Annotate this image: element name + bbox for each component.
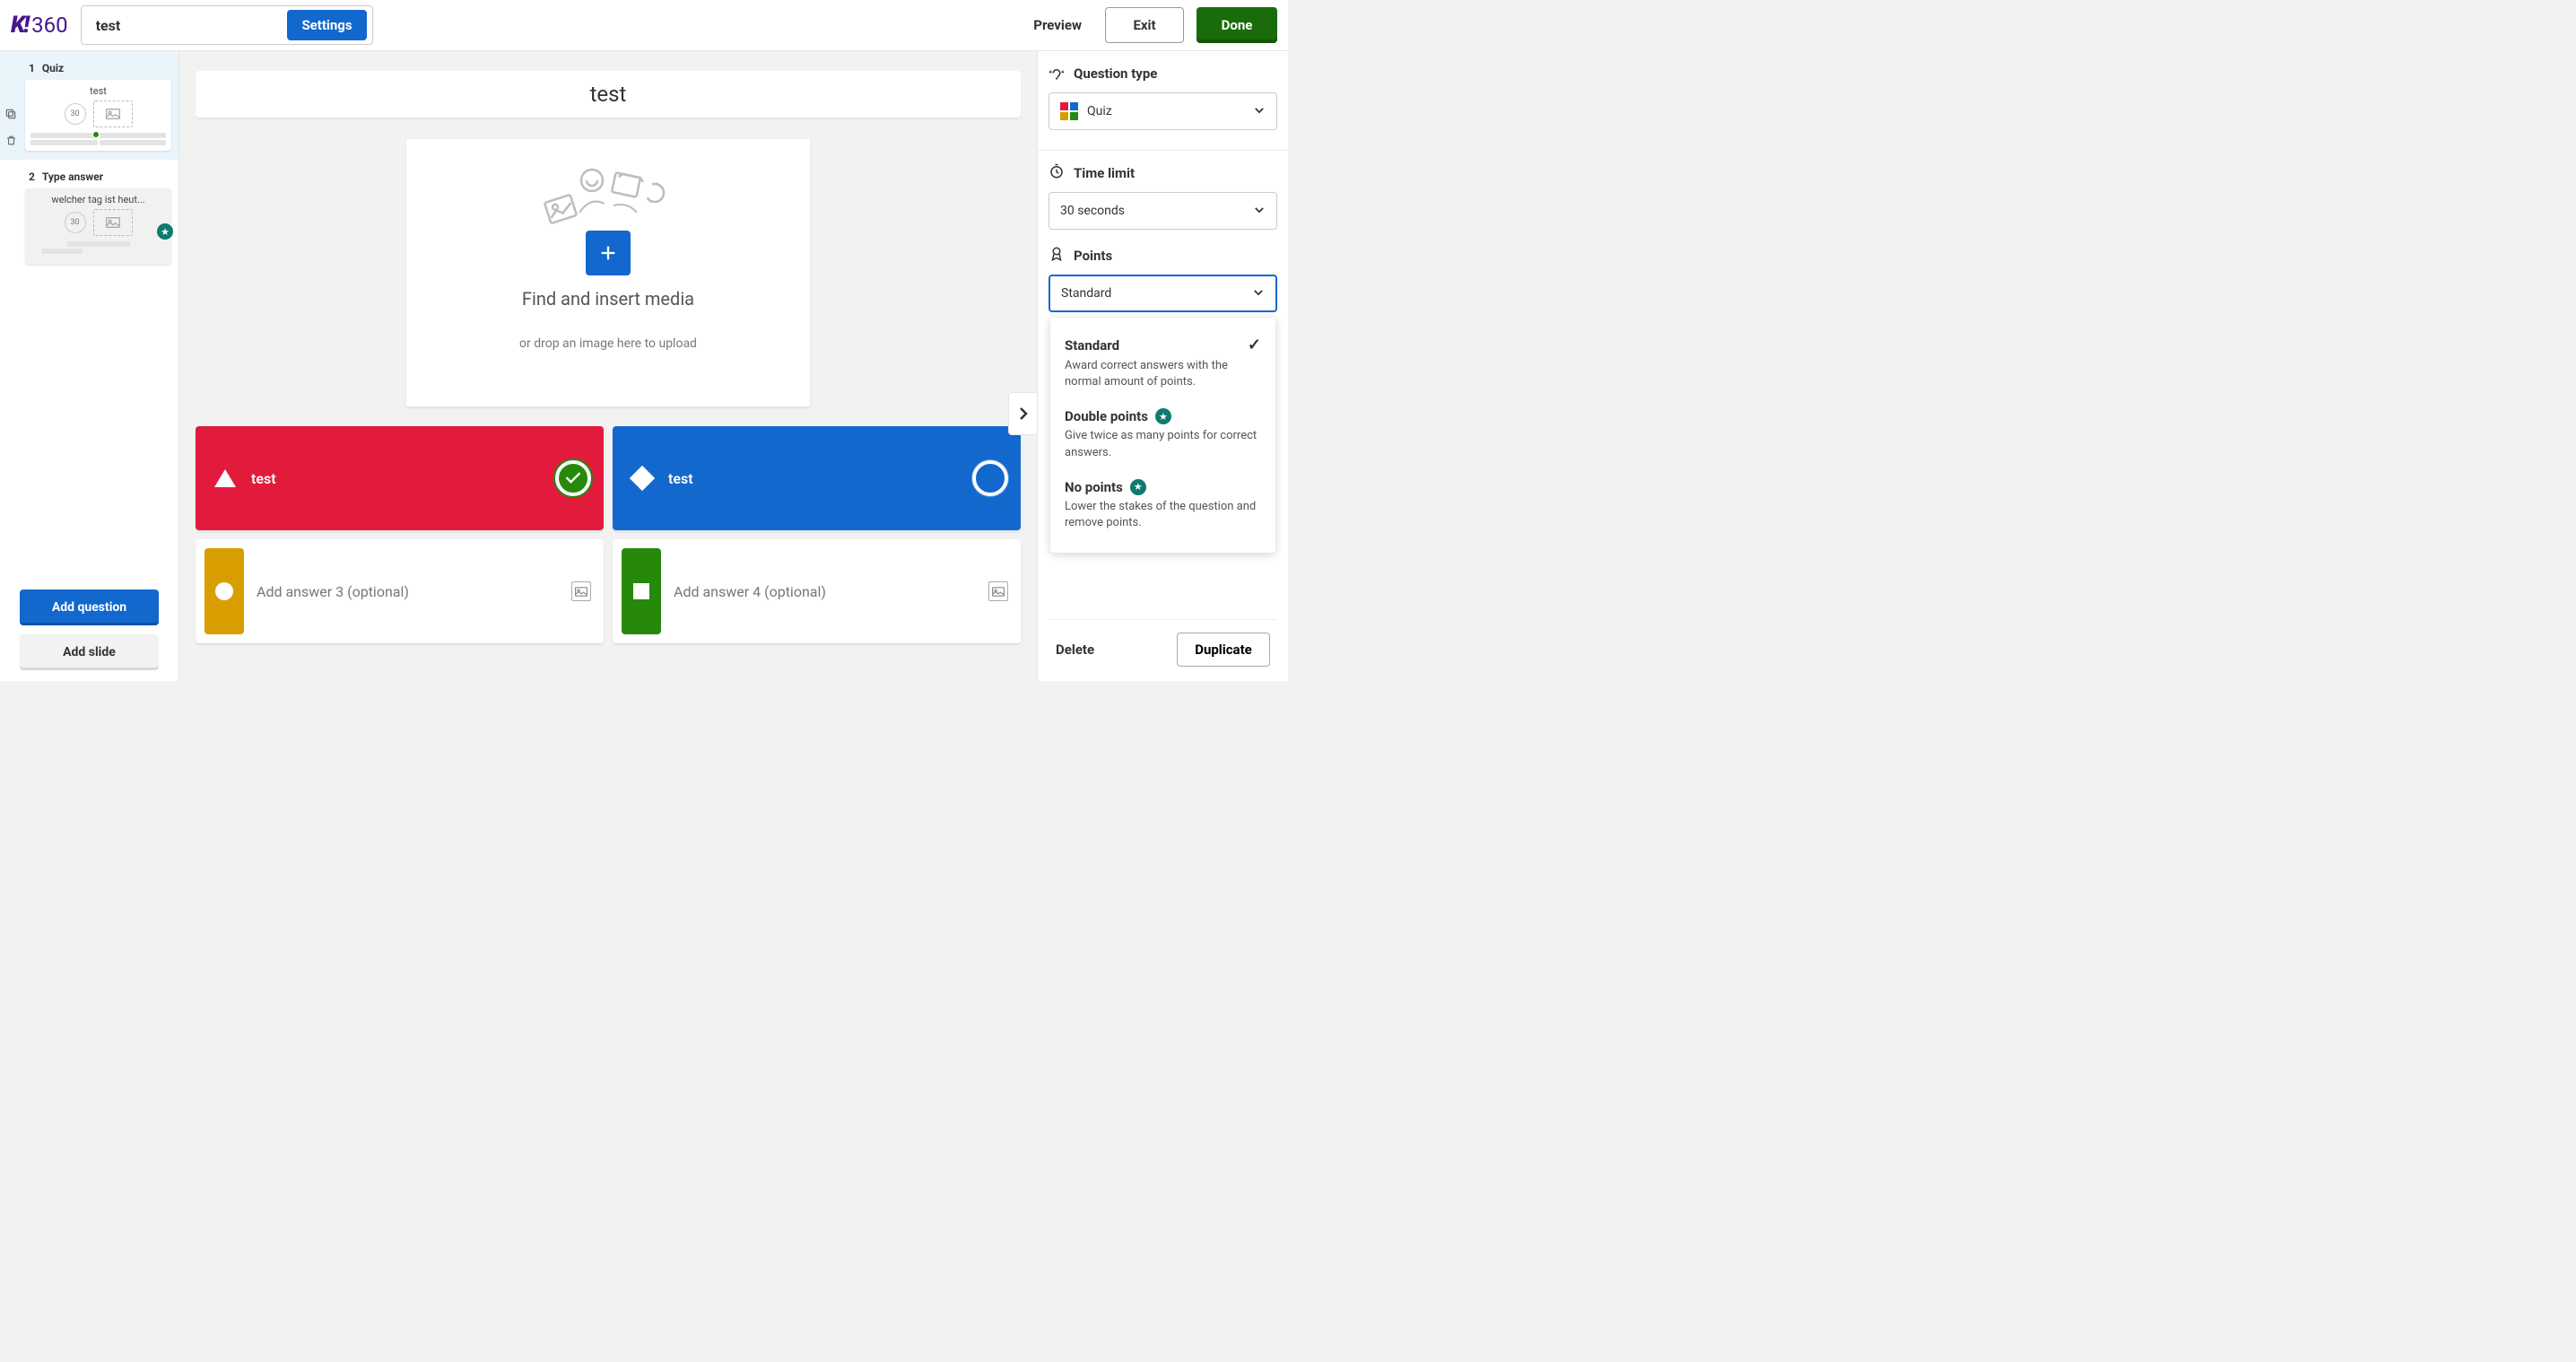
time-limit-value: 30 seconds <box>1060 204 1244 218</box>
square-shape-icon <box>633 583 649 599</box>
media-find-label: Find and insert media <box>433 288 783 310</box>
slide-type-label: Quiz <box>42 62 64 74</box>
answer-option-1[interactable]: test <box>196 426 604 530</box>
kahoot-title-input[interactable] <box>96 17 288 34</box>
slides-list: 1 Quiz test 30 <box>0 51 178 579</box>
add-question-button[interactable]: Add question <box>20 589 159 625</box>
media-illustration-icon <box>433 155 783 241</box>
answer-option-3[interactable]: Add answer 3 (optional) <box>196 539 604 643</box>
slide-index: 1 <box>29 62 35 74</box>
thumb-question-title: test <box>30 85 166 97</box>
thumb-question-title: welcher tag ist heut... <box>30 194 166 205</box>
question-type-icon <box>1049 64 1065 83</box>
points-option-none[interactable]: No points ★ Lower the stakes of the ques… <box>1065 470 1261 540</box>
logo-360-text: 360 <box>31 13 67 38</box>
answer-option-4[interactable]: Add answer 4 (optional) <box>613 539 1021 643</box>
duplicate-slide-icon[interactable] <box>4 107 17 124</box>
points-icon <box>1049 246 1065 266</box>
option-title: Standard <box>1065 337 1119 354</box>
done-button[interactable]: Done <box>1197 7 1277 43</box>
slide-item-2[interactable]: 2 Type answer welcher tag ist heut... 30 <box>0 160 178 274</box>
check-icon: ✓ <box>1248 336 1261 354</box>
points-option-double[interactable]: Double points ★ Give twice as many point… <box>1065 399 1261 469</box>
option-desc: Lower the stakes of the question and rem… <box>1065 499 1261 531</box>
preview-link[interactable]: Preview <box>1033 17 1082 33</box>
logo-k-icon: K! <box>11 12 28 39</box>
add-slide-button[interactable]: Add slide <box>20 634 159 670</box>
chevron-down-icon <box>1253 203 1266 220</box>
question-type-value: Quiz <box>1087 104 1244 118</box>
slide-thumbnail: test 30 <box>25 80 171 151</box>
slide-type-label: Type answer <box>42 170 103 183</box>
time-limit-icon <box>1049 163 1065 183</box>
slide-item-1[interactable]: 1 Quiz test 30 <box>0 51 178 160</box>
option-title: No points <box>1065 479 1123 495</box>
right-settings-panel: Question type Quiz Time limit 30 seconds <box>1037 51 1288 681</box>
media-drop-label: or drop an image here to upload <box>433 336 783 351</box>
answer-text-2[interactable]: test <box>668 470 972 487</box>
answer-option-2[interactable]: test <box>613 426 1021 530</box>
slides-sidebar: 1 Quiz test 30 <box>0 51 179 681</box>
premium-star-icon: ★ <box>1155 408 1171 424</box>
delete-slide-icon[interactable] <box>5 133 17 150</box>
thumb-image-placeholder-icon <box>93 209 133 236</box>
premium-star-icon: ★ <box>1130 479 1146 495</box>
option-desc: Give twice as many points for correct an… <box>1065 428 1261 460</box>
chevron-down-icon <box>1253 103 1266 120</box>
slide-index: 2 <box>29 170 35 183</box>
question-editor: test <box>179 51 1037 681</box>
answer-placeholder-3[interactable]: Add answer 3 (optional) <box>257 583 571 600</box>
option-title: Double points <box>1065 408 1148 424</box>
add-media-button[interactable] <box>586 231 631 275</box>
duplicate-question-button[interactable]: Duplicate <box>1177 633 1270 667</box>
delete-question-button[interactable]: Delete <box>1056 642 1094 658</box>
mark-correct-toggle-1[interactable] <box>555 460 591 496</box>
question-type-heading: Question type <box>1074 65 1157 82</box>
answers-grid: test test Add answer 3 (optional) <box>196 426 1021 643</box>
expand-media-panel-button[interactable] <box>1008 392 1037 435</box>
mark-correct-toggle-2[interactable] <box>972 460 1008 496</box>
points-heading: Points <box>1074 248 1112 264</box>
time-limit-heading: Time limit <box>1074 165 1135 181</box>
points-dropdown: Standard ✓ Award correct answers with th… <box>1050 318 1275 553</box>
points-value: Standard <box>1061 286 1243 301</box>
chevron-down-icon <box>1252 285 1265 302</box>
premium-badge-icon: ★ <box>157 223 173 240</box>
thumb-time-badge: 30 <box>65 212 86 233</box>
media-dropzone[interactable]: Find and insert media or drop an image h… <box>406 139 810 406</box>
thumb-time-badge: 30 <box>65 103 86 125</box>
question-text-input[interactable]: test <box>196 71 1021 118</box>
settings-button[interactable]: Settings <box>287 10 366 40</box>
diamond-shape-icon <box>630 466 655 491</box>
quiz-type-icon <box>1060 102 1078 120</box>
logo[interactable]: K! 360 <box>11 12 68 39</box>
thumb-image-placeholder-icon <box>93 100 133 127</box>
answer-placeholder-4[interactable]: Add answer 4 (optional) <box>674 583 988 600</box>
points-select[interactable]: Standard Standard ✓ Award correct answer… <box>1049 275 1277 312</box>
option-desc: Award correct answers with the normal am… <box>1065 358 1261 390</box>
kahoot-title-field[interactable]: Settings <box>81 5 373 45</box>
slide-thumbnail: welcher tag ist heut... 30 ★ <box>25 188 171 265</box>
answer-text-1[interactable]: test <box>251 470 555 487</box>
answer-image-icon[interactable] <box>571 581 591 601</box>
points-option-standard[interactable]: Standard ✓ Award correct answers with th… <box>1065 327 1261 399</box>
exit-button[interactable]: Exit <box>1105 7 1184 43</box>
circle-shape-icon <box>215 582 233 600</box>
triangle-shape-icon <box>214 469 236 487</box>
time-limit-select[interactable]: 30 seconds <box>1049 192 1277 230</box>
answer-image-icon[interactable] <box>988 581 1008 601</box>
header: K! 360 Settings Preview Exit Done <box>0 0 1288 51</box>
question-type-select[interactable]: Quiz <box>1049 92 1277 130</box>
